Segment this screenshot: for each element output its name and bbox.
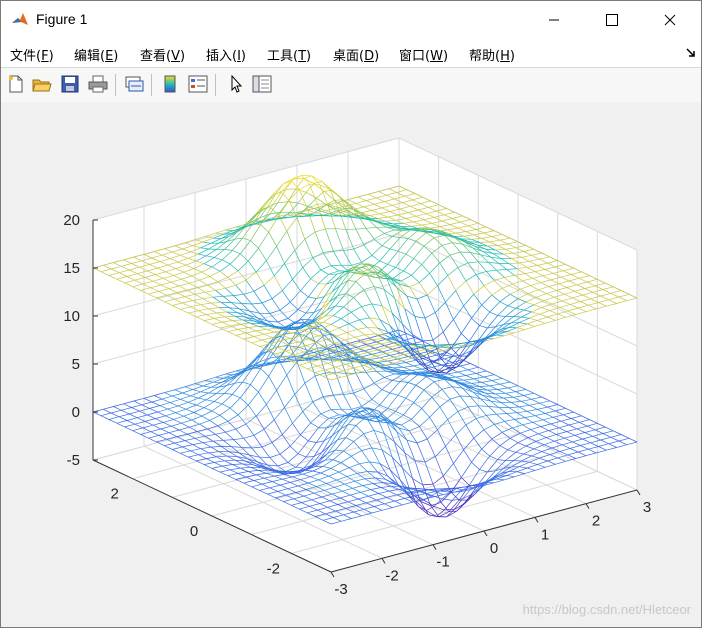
link-plot-icon xyxy=(124,75,144,93)
maximize-button[interactable] xyxy=(589,1,635,39)
x-tick-label: -1 xyxy=(436,554,449,571)
upper-mesh-line xyxy=(302,175,312,176)
title-bar[interactable]: Figure 1 xyxy=(1,1,701,39)
menu-view[interactable]: 查看(V) xyxy=(140,45,185,64)
x-tick-mark xyxy=(331,572,334,577)
matlab-icon xyxy=(11,11,29,29)
window-title: Figure 1 xyxy=(36,11,87,27)
close-button[interactable] xyxy=(647,1,693,39)
menu-window[interactable]: 窗口(W) xyxy=(399,45,448,64)
save-button[interactable] xyxy=(59,73,81,95)
x-tick-mark xyxy=(433,545,436,550)
x-tick-mark xyxy=(484,531,487,536)
dock-arrow-icon[interactable] xyxy=(685,47,697,59)
property-inspector-icon xyxy=(252,75,272,93)
menu-desktop[interactable]: 桌面(D) xyxy=(333,45,379,64)
property-inspector-button[interactable] xyxy=(251,73,273,95)
x-tick-mark xyxy=(586,504,589,509)
z-tick-label: 5 xyxy=(72,356,80,373)
menu-tools[interactable]: 工具(T) xyxy=(267,45,311,64)
lower-mesh-line xyxy=(367,472,377,473)
print-icon xyxy=(88,75,108,93)
z-tick-label: 15 xyxy=(63,260,80,277)
lower-mesh-line xyxy=(302,319,312,320)
upper-mesh-line xyxy=(460,252,470,253)
minimize-button[interactable] xyxy=(531,1,577,39)
edit-plot-button[interactable] xyxy=(225,73,247,95)
watermark-text: https://blog.csdn.net/Hletceor xyxy=(523,602,691,617)
z-tick-label: -5 xyxy=(67,452,80,469)
y-tick-label: 0 xyxy=(190,523,198,540)
legend-button[interactable] xyxy=(187,73,209,95)
menu-edit[interactable]: 编辑(E) xyxy=(74,45,118,64)
z-tick-label: 20 xyxy=(63,212,80,229)
colorbar-button[interactable] xyxy=(159,73,181,95)
x-tick-label: 2 xyxy=(592,513,600,530)
surface-plot[interactable]: -3 -2 -1 0 1 2 3 -2 0 2 -5 0 5 10 15 20 xyxy=(1,102,701,627)
toolbar-separator xyxy=(115,74,116,96)
x-tick-mark xyxy=(535,517,538,522)
upper-mesh-line xyxy=(227,312,237,313)
minimize-icon xyxy=(548,14,560,26)
y-tick-label: -2 xyxy=(267,560,280,577)
colorbar-icon xyxy=(161,75,179,93)
menu-bar: 文件(F) 编辑(E) 查看(V) 插入(I) 工具(T) 桌面(D) 窗口(W… xyxy=(1,39,701,67)
lower-mesh-line xyxy=(227,456,237,457)
menu-file[interactable]: 文件(F) xyxy=(10,45,54,64)
upper-mesh-line xyxy=(286,189,296,190)
lower-mesh-line xyxy=(460,396,470,397)
lower-mesh-line xyxy=(493,398,503,399)
upper-mesh-line xyxy=(461,239,471,240)
legend-icon xyxy=(188,75,208,93)
pointer-icon xyxy=(227,75,245,93)
x-tick-label: 1 xyxy=(541,526,549,543)
print-button[interactable] xyxy=(87,73,109,95)
upper-mesh-line xyxy=(367,328,377,329)
x-tick-label: 0 xyxy=(490,540,498,557)
figure-window: Figure 1 文件(F) 编辑(E) 查看(V) 插入(I) 工具(T) 桌… xyxy=(0,0,702,628)
z-tick-label: 0 xyxy=(72,404,80,421)
maximize-icon xyxy=(606,14,618,26)
x-tick-label: 3 xyxy=(643,499,651,516)
link-plot-button[interactable] xyxy=(123,73,145,95)
figure-canvas[interactable]: -3 -2 -1 0 1 2 3 -2 0 2 -5 0 5 10 15 20 https://blog.cs… xyxy=(1,102,701,627)
figure-toolbar xyxy=(1,67,701,103)
menu-insert[interactable]: 插入(I) xyxy=(206,45,246,64)
x-tick-mark xyxy=(382,558,385,563)
upper-mesh-line xyxy=(493,254,503,255)
lower-mesh-line xyxy=(438,489,448,490)
x-tick-mark xyxy=(637,490,640,495)
toolbar-separator xyxy=(151,74,152,96)
save-icon xyxy=(61,75,79,93)
toolbar-separator xyxy=(215,74,216,96)
y-tick-label: 2 xyxy=(111,486,119,503)
x-tick-label: -2 xyxy=(385,567,398,584)
upper-mesh-line xyxy=(438,345,448,346)
new-figure-button[interactable] xyxy=(5,73,27,95)
open-file-button[interactable] xyxy=(31,73,53,95)
upper-mesh-line xyxy=(334,200,342,201)
lower-mesh-line xyxy=(461,383,471,384)
menu-help[interactable]: 帮助(H) xyxy=(469,45,515,64)
new-figure-icon xyxy=(7,75,25,93)
open-file-icon xyxy=(32,75,52,93)
close-icon xyxy=(664,14,676,26)
x-tick-label: -3 xyxy=(334,581,347,598)
z-tick-label: 10 xyxy=(63,308,80,325)
